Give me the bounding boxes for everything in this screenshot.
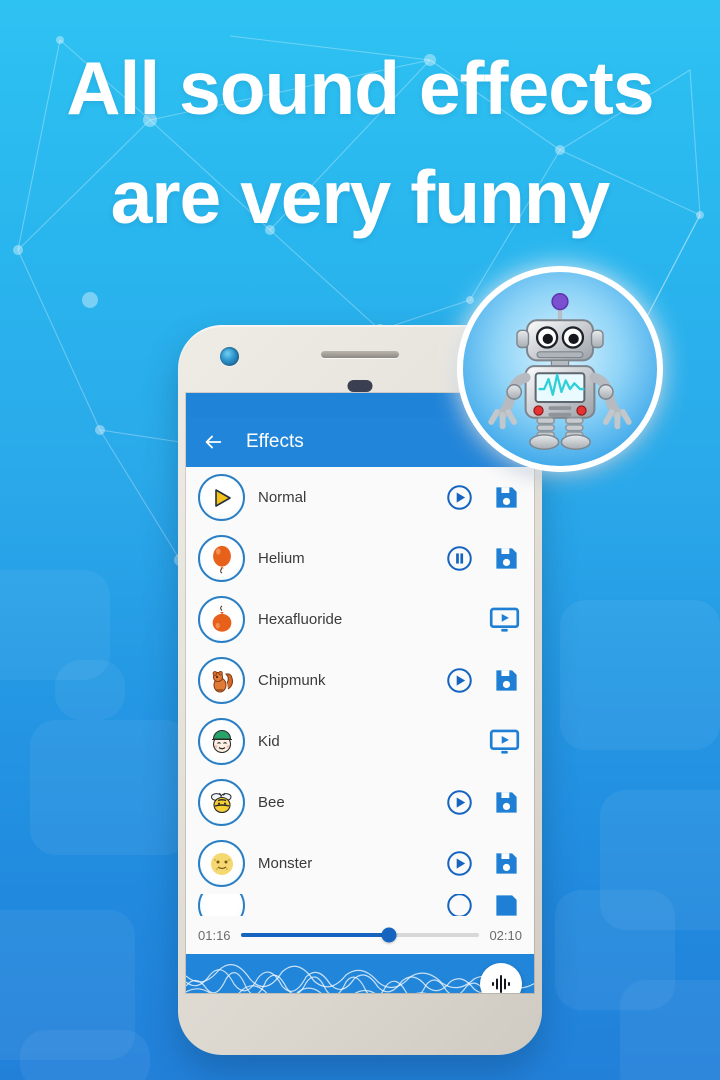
page-title-text: Effects <box>246 431 304 452</box>
save-floppy-icon[interactable] <box>493 789 520 816</box>
kid-face-icon <box>211 729 232 753</box>
bee-icon <box>210 792 231 813</box>
pause-circle-icon[interactable] <box>446 545 473 572</box>
balloon-icon <box>212 545 231 573</box>
play-circle-icon[interactable] <box>446 894 473 916</box>
list-item-label: Helium <box>258 550 305 567</box>
page-title: All sound effects are very funny <box>0 34 720 252</box>
row-actions <box>446 789 520 816</box>
play-triangle-icon <box>214 488 231 507</box>
phone-screen: 9 Effects Normal <box>186 393 534 993</box>
total-time-label: 02:10 <box>489 927 522 943</box>
list-item[interactable]: Hexafluoride <box>186 589 534 650</box>
avatar <box>198 474 245 521</box>
save-floppy-icon[interactable] <box>493 545 520 572</box>
equalizer-bars-icon <box>492 975 510 993</box>
play-circle-icon[interactable] <box>446 850 473 877</box>
row-actions <box>446 545 520 572</box>
save-floppy-icon[interactable] <box>493 484 520 511</box>
list-item[interactable]: Chipmunk <box>186 650 534 711</box>
balloon-inverted-icon <box>212 605 231 632</box>
squirrel-icon <box>212 670 233 692</box>
row-actions <box>489 728 520 755</box>
play-circle-icon[interactable] <box>446 667 473 694</box>
avatar <box>198 779 245 826</box>
earpiece-speaker <box>321 351 399 358</box>
play-circle-icon[interactable] <box>446 484 473 511</box>
play-circle-icon[interactable] <box>446 789 473 816</box>
row-actions <box>446 850 520 877</box>
seek-progress-fill <box>240 933 389 937</box>
seek-slider[interactable] <box>240 927 480 943</box>
list-item[interactable]: Bee <box>186 772 534 833</box>
list-item[interactable]: Normal <box>186 467 534 528</box>
monster-face-icon <box>210 852 233 875</box>
front-camera-icon <box>220 347 239 366</box>
save-floppy-icon[interactable] <box>493 667 520 694</box>
list-item-label: Normal <box>258 489 307 506</box>
list-item[interactable]: Helium <box>186 528 534 589</box>
row-actions <box>446 667 520 694</box>
video-play-icon[interactable] <box>489 728 520 755</box>
audio-waveform-strip <box>186 954 534 993</box>
row-actions <box>446 894 520 916</box>
save-floppy-icon[interactable] <box>493 850 520 877</box>
effects-list[interactable]: Normal Helium Hexafluoride Chipmunk Kid … <box>186 467 534 916</box>
list-item-partial[interactable] <box>186 894 534 916</box>
avatar <box>198 894 245 916</box>
list-item-label: Monster <box>258 855 313 872</box>
list-item[interactable]: Kid <box>186 711 534 772</box>
poster-background: All sound effects are very funny 9 <box>0 0 720 1080</box>
avatar <box>198 840 245 887</box>
robot-app-icon-badge <box>457 266 663 472</box>
list-item[interactable]: Monster <box>186 833 534 894</box>
row-actions <box>489 606 520 633</box>
headline-line-2: are very funny <box>110 154 611 239</box>
avatar <box>198 596 245 643</box>
seek-thumb[interactable] <box>381 927 397 943</box>
list-item-label: Bee <box>258 794 285 811</box>
list-item-label: Kid <box>258 733 280 750</box>
avatar <box>198 718 245 765</box>
video-play-icon[interactable] <box>489 606 520 633</box>
audio-player-bar[interactable]: 01:16 02:10 <box>186 916 534 954</box>
row-actions <box>446 484 520 511</box>
sensor-pill <box>347 380 373 392</box>
robot-app-icon <box>488 293 632 450</box>
back-arrow-icon[interactable] <box>202 431 224 453</box>
current-time-label: 01:16 <box>198 927 231 943</box>
list-item-label: Chipmunk <box>258 672 326 689</box>
save-floppy-icon[interactable] <box>493 894 520 916</box>
avatar <box>198 535 245 582</box>
list-item-label: Hexafluoride <box>258 611 343 628</box>
headline-line-1: All sound effects <box>66 46 654 130</box>
avatar <box>198 657 245 704</box>
